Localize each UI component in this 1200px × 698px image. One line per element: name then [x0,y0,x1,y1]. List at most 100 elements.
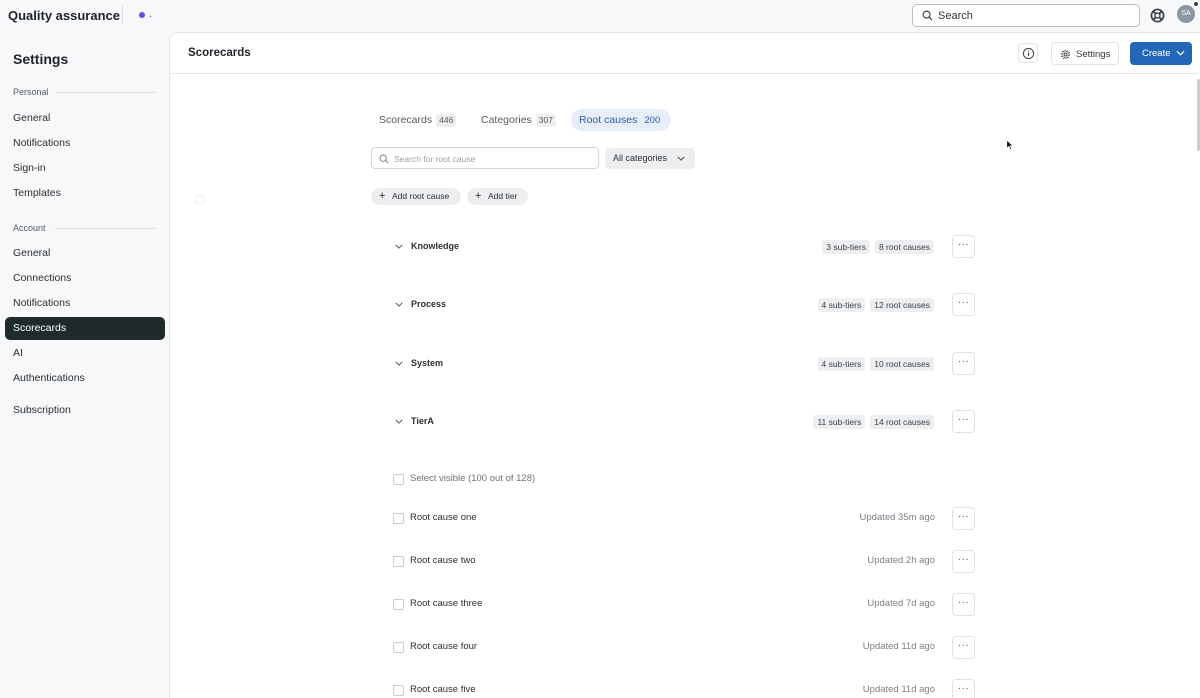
info-button[interactable] [1018,43,1038,63]
chevron-down-icon [1176,50,1185,56]
more-options-button[interactable]: ··· [952,679,975,698]
sidebar-title: Settings [13,51,69,67]
row-checkbox[interactable] [393,685,404,696]
add-root-cause-button[interactable]: + Add root cause [371,188,461,205]
root-cause-search-input[interactable] [394,151,594,166]
more-options-button[interactable]: ··· [952,636,975,659]
category-select[interactable]: All categories [605,148,695,169]
tab-categories[interactable]: Categories 307 [473,109,564,131]
plus-icon: + [475,190,482,202]
root-cause-name[interactable]: Root cause one [410,512,477,523]
create-button[interactable]: Create [1130,42,1192,65]
settings-sidebar: Settings Personal General Notifications … [0,32,168,698]
global-search[interactable] [912,4,1140,27]
tier-badges: 3 sub-tiers 8 root causes [822,240,934,254]
updated-timestamp: Updated 2h ago [867,555,935,566]
more-options-button[interactable]: ··· [952,293,975,316]
chevron-down-icon[interactable] [395,361,403,366]
tier-name: TierA [411,416,434,426]
add-tier-button[interactable]: + Add tier [467,188,528,205]
chevron-down-icon[interactable] [395,244,403,249]
more-options-button[interactable]: ··· [952,235,975,258]
info-icon [1022,47,1035,60]
sidebar-item-ai[interactable]: AI [5,342,165,365]
section-label-account: Account [13,223,46,233]
root-causes-badge: 14 root causes [870,415,934,429]
sidebar-item-connections[interactable]: Connections [5,267,165,290]
tab-root-causes[interactable]: Root causes 200 [571,109,672,131]
sidebar-item-personal-notifications[interactable]: Notifications [5,132,165,155]
tier-row-process[interactable]: Process 4 sub-tiers 12 root causes ··· [390,293,975,317]
tier-row-system[interactable]: System 4 sub-tiers 10 root causes ··· [390,352,975,376]
sidebar-item-subscription[interactable]: Subscription [5,399,165,422]
tier-badges: 11 sub-tiers 14 root causes [813,415,934,429]
sidebar-item-authentications[interactable]: Authentications [5,367,165,390]
avatar-status-badge [1193,1,1199,7]
more-options-button[interactable]: ··· [952,410,975,433]
section-divider [55,228,155,229]
row-checkbox[interactable] [393,556,404,567]
root-cause-name[interactable]: Root cause four [410,641,477,652]
chevron-down-icon [677,156,685,161]
tier-row-tiera[interactable]: TierA 11 sub-tiers 14 root causes ··· [390,410,975,434]
workspace-dot-text: . [149,8,153,20]
sidebar-item-sign-in[interactable]: Sign-in [5,157,165,180]
root-cause-search[interactable] [371,147,599,169]
tab-label: Categories [481,114,532,126]
more-options-button[interactable]: ··· [952,352,975,375]
workspace-dot-icon[interactable] [139,12,145,18]
create-button-label: Create [1142,48,1171,59]
top-bar: Quality assurance . SA [0,0,1200,32]
root-cause-name[interactable]: Root cause three [410,598,482,609]
tier-badges: 4 sub-tiers 10 root causes [817,357,934,371]
row-checkbox[interactable] [393,642,404,653]
section-divider [57,92,155,93]
updated-timestamp: Updated 11d ago [862,684,935,695]
tier-name: System [411,358,444,368]
sidebar-item-account-notifications[interactable]: Notifications [5,292,165,315]
root-causes-badge: 12 root causes [870,298,934,312]
sidebar-item-account-general[interactable]: General [5,242,165,265]
category-select-value: All categories [613,153,668,163]
tab-count: 307 [535,114,556,127]
chevron-down-icon[interactable] [395,302,403,307]
search-icon [922,10,933,21]
row-checkbox[interactable] [393,513,404,524]
global-search-input[interactable] [938,8,1133,24]
app-title: Quality assurance [8,8,120,23]
more-options-button[interactable]: ··· [952,550,975,573]
tab-label: Scorecards [379,114,433,126]
root-cause-name[interactable]: Root cause two [410,555,475,566]
select-visible-label: Select visible (100 out of 128) [410,473,536,484]
search-icon [379,154,389,164]
tier-badges: 4 sub-tiers 12 root causes [817,298,934,312]
root-causes-badge: 10 root causes [870,357,934,371]
tab-count: 200 [644,115,661,126]
settings-button[interactable]: Settings [1051,42,1119,65]
select-visible-checkbox[interactable] [393,474,404,485]
sidebar-item-personal-general[interactable]: General [5,107,165,130]
tier-row-knowledge[interactable]: Knowledge 3 sub-tiers 8 root causes ··· [390,235,975,259]
sidebar-item-templates[interactable]: Templates [5,182,165,205]
root-cause-name[interactable]: Root cause five [410,684,475,695]
avatar[interactable]: SA [1177,5,1195,23]
ghost-checkbox [195,195,204,204]
add-root-cause-label: Add root cause [392,191,450,201]
section-label-personal: Personal [13,87,49,97]
add-tier-label: Add tier [488,191,518,201]
lifebuoy-icon[interactable] [1150,8,1165,23]
sub-tiers-badge: 4 sub-tiers [817,298,866,312]
updated-timestamp: Updated 11d ago [862,641,935,652]
sidebar-item-scorecards[interactable]: Scorecards [5,317,165,340]
settings-button-label: Settings [1076,49,1111,60]
more-options-button[interactable]: ··· [952,507,975,530]
root-causes-badge: 8 root causes [874,240,934,254]
mouse-cursor-icon [1006,139,1014,151]
updated-timestamp: Updated 7d ago [867,598,935,609]
chevron-down-icon[interactable] [395,419,403,424]
tab-label: Root causes [579,114,638,126]
sub-tiers-badge: 3 sub-tiers [822,240,870,254]
row-checkbox[interactable] [393,599,404,610]
tab-scorecards[interactable]: Scorecards 446 [371,109,464,131]
more-options-button[interactable]: ··· [952,593,975,616]
